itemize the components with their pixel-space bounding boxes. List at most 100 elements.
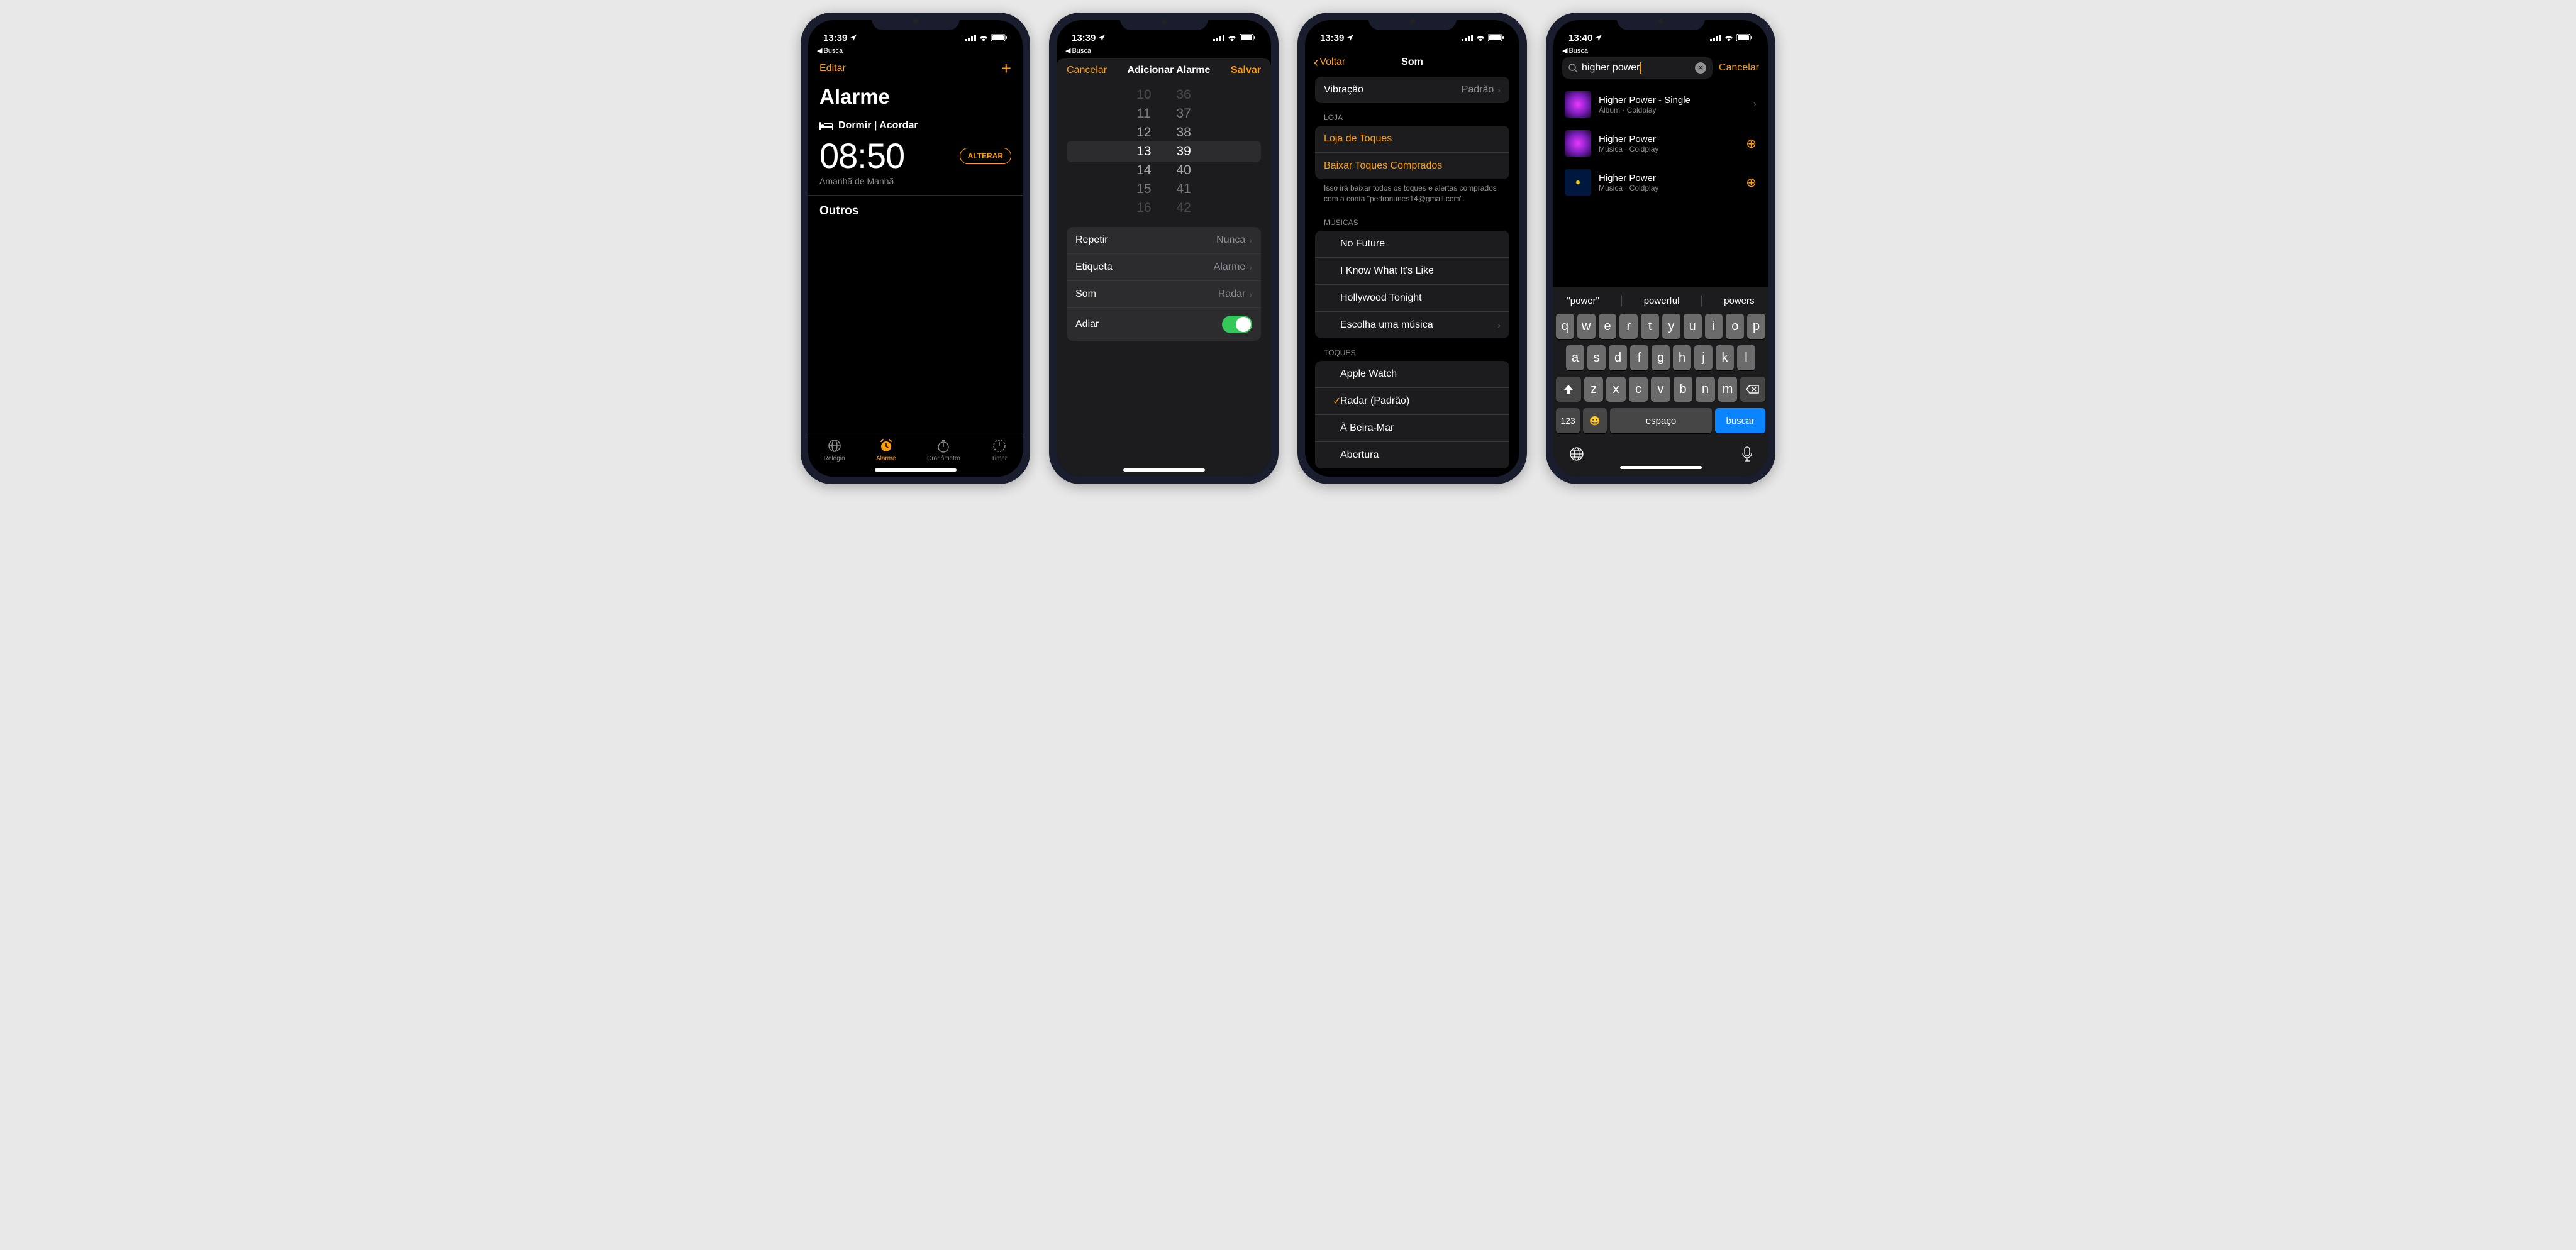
- key-i[interactable]: i: [1705, 314, 1723, 339]
- globe-icon[interactable]: [1568, 446, 1585, 462]
- key-j[interactable]: j: [1694, 345, 1713, 370]
- key-n[interactable]: n: [1696, 377, 1715, 402]
- add-song-button[interactable]: ⊕: [1746, 136, 1757, 152]
- store-header: LOJA: [1305, 103, 1519, 126]
- key-t[interactable]: t: [1641, 314, 1659, 339]
- key-u[interactable]: u: [1684, 314, 1702, 339]
- tone-item[interactable]: Apple Watch: [1315, 361, 1509, 388]
- save-button[interactable]: Salvar: [1231, 65, 1261, 76]
- breadcrumb-back[interactable]: ◀Busca: [1057, 47, 1271, 55]
- key-search[interactable]: buscar: [1715, 408, 1765, 433]
- key-f[interactable]: f: [1630, 345, 1648, 370]
- key-x[interactable]: x: [1606, 377, 1626, 402]
- location-icon: [1346, 34, 1354, 41]
- key-l[interactable]: l: [1737, 345, 1755, 370]
- key-123[interactable]: 123: [1556, 408, 1580, 433]
- battery-icon: [1488, 34, 1504, 41]
- key-o[interactable]: o: [1726, 314, 1744, 339]
- tone-item[interactable]: À Beira-Mar: [1315, 415, 1509, 442]
- status-time: 13:39: [1072, 33, 1096, 43]
- signal-icon: [965, 35, 976, 41]
- location-icon: [1595, 34, 1602, 41]
- search-result-song[interactable]: Higher Power Música · Coldplay ⊕: [1553, 124, 1768, 163]
- time-picker[interactable]: 10 11 12 13 14 15 16 36 37 38 39 40: [1057, 89, 1271, 214]
- tab-bar: Relógio Alarme Cronômetro Timer: [808, 433, 1023, 465]
- key-emoji[interactable]: 😀: [1583, 408, 1607, 433]
- choose-song-row[interactable]: Escolha uma música›: [1315, 312, 1509, 338]
- key-r[interactable]: r: [1619, 314, 1638, 339]
- label-row[interactable]: Etiqueta Alarme›: [1067, 254, 1261, 281]
- album-art: [1565, 91, 1591, 118]
- home-indicator[interactable]: [875, 468, 957, 472]
- add-song-button[interactable]: ⊕: [1746, 175, 1757, 191]
- tab-clock[interactable]: Relógio: [824, 438, 845, 462]
- key-g[interactable]: g: [1652, 345, 1670, 370]
- key-c[interactable]: c: [1629, 377, 1648, 402]
- key-d[interactable]: d: [1609, 345, 1627, 370]
- minute-picker[interactable]: 36 37 38 39 40 41 42: [1177, 86, 1191, 218]
- key-a[interactable]: a: [1566, 345, 1584, 370]
- key-s[interactable]: s: [1587, 345, 1606, 370]
- vibration-row[interactable]: Vibração Padrão›: [1315, 77, 1509, 103]
- tone-item[interactable]: Abertura: [1315, 442, 1509, 468]
- edit-button[interactable]: Editar: [819, 63, 846, 74]
- wifi-icon: [1475, 35, 1485, 41]
- cancel-button[interactable]: Cancelar: [1067, 65, 1107, 76]
- key-backspace[interactable]: [1740, 377, 1765, 402]
- cancel-search-button[interactable]: Cancelar: [1719, 62, 1759, 74]
- key-v[interactable]: v: [1651, 377, 1670, 402]
- search-result-album[interactable]: Higher Power - Single Álbum · Coldplay ›: [1553, 85, 1768, 124]
- key-shift[interactable]: [1556, 377, 1581, 402]
- mic-icon[interactable]: [1741, 446, 1753, 462]
- back-button[interactable]: ‹ Voltar: [1314, 54, 1345, 70]
- modal-title: Adicionar Alarme: [1128, 65, 1211, 76]
- key-k[interactable]: k: [1716, 345, 1734, 370]
- sound-row[interactable]: Som Radar›: [1067, 281, 1261, 308]
- chevron-right-icon: ›: [1753, 99, 1757, 110]
- status-time: 13:39: [1320, 33, 1344, 43]
- home-indicator[interactable]: [1620, 466, 1702, 469]
- key-z[interactable]: z: [1584, 377, 1604, 402]
- tone-store-link[interactable]: Loja de Toques: [1315, 126, 1509, 153]
- breadcrumb-back[interactable]: ◀Busca: [808, 47, 1023, 55]
- signal-icon: [1462, 35, 1473, 41]
- hour-picker[interactable]: 10 11 12 13 14 15 16: [1136, 86, 1151, 218]
- key-b[interactable]: b: [1674, 377, 1693, 402]
- key-space[interactable]: espaço: [1610, 408, 1712, 433]
- repeat-row[interactable]: Repetir Nunca›: [1067, 227, 1261, 254]
- key-q[interactable]: q: [1556, 314, 1574, 339]
- suggestion[interactable]: powers: [1724, 296, 1754, 306]
- song-item[interactable]: I Know What It's Like: [1315, 258, 1509, 285]
- key-w[interactable]: w: [1577, 314, 1596, 339]
- key-h[interactable]: h: [1673, 345, 1691, 370]
- key-m[interactable]: m: [1718, 377, 1738, 402]
- chevron-right-icon: ›: [1249, 289, 1252, 299]
- home-indicator[interactable]: [1123, 468, 1205, 472]
- snooze-toggle[interactable]: [1222, 316, 1252, 333]
- song-item[interactable]: Hollywood Tonight: [1315, 285, 1509, 312]
- tab-timer[interactable]: Timer: [991, 438, 1007, 462]
- key-y[interactable]: y: [1662, 314, 1680, 339]
- location-icon: [1098, 34, 1106, 41]
- add-button[interactable]: +: [1001, 58, 1011, 79]
- search-input[interactable]: higher power ✕: [1562, 57, 1713, 79]
- key-p[interactable]: p: [1747, 314, 1765, 339]
- chevron-right-icon: ›: [1497, 85, 1501, 95]
- change-button[interactable]: ALTERAR: [960, 148, 1011, 164]
- suggestion[interactable]: "power": [1567, 296, 1599, 306]
- search-icon: [1568, 64, 1578, 73]
- signal-icon: [1710, 35, 1721, 41]
- tones-header: TOQUES: [1305, 338, 1519, 361]
- song-item[interactable]: No Future: [1315, 231, 1509, 258]
- tab-stopwatch[interactable]: Cronômetro: [927, 438, 960, 462]
- wifi-icon: [1724, 35, 1734, 41]
- search-result-song[interactable]: Higher Power Música · Coldplay ⊕: [1553, 163, 1768, 202]
- key-e[interactable]: e: [1599, 314, 1617, 339]
- clear-search-button[interactable]: ✕: [1695, 62, 1706, 74]
- tab-alarm[interactable]: Alarme: [876, 438, 896, 462]
- tone-item-selected[interactable]: ✓Radar (Padrão): [1315, 388, 1509, 415]
- suggestion[interactable]: powerful: [1644, 296, 1680, 306]
- download-tones-link[interactable]: Baixar Toques Comprados: [1315, 153, 1509, 179]
- location-icon: [850, 34, 857, 41]
- breadcrumb-back[interactable]: ◀Busca: [1553, 47, 1768, 55]
